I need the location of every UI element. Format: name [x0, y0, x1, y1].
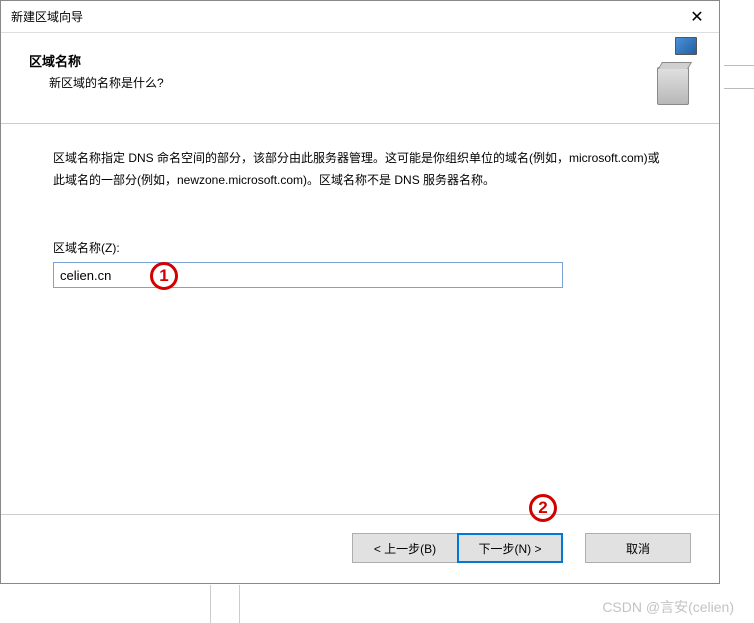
description-text: 区域名称指定 DNS 命名空间的部分，该部分由此服务器管理。这可能是你组织单位的… [53, 148, 667, 191]
watermark: CSDN @言安(celien) [602, 597, 734, 617]
cancel-button[interactable]: 取消 [585, 533, 691, 563]
decoration-line [724, 65, 754, 89]
next-button[interactable]: 下一步(N) > [457, 533, 563, 563]
page-title: 区域名称 [29, 51, 164, 70]
new-zone-wizard-dialog: 新建区域向导 ✕ 区域名称 新区域的名称是什么? 区域名称指定 DNS 命名空间… [0, 0, 720, 584]
zone-name-label: 区域名称(Z): [53, 239, 667, 256]
back-button[interactable]: < 上一步(B) [352, 533, 458, 563]
close-button[interactable]: ✕ [675, 2, 719, 32]
button-bar: < 上一步(B) 下一步(N) > 取消 [1, 514, 719, 583]
decoration-stub [210, 585, 240, 623]
page-subtitle: 新区域的名称是什么? [49, 74, 164, 91]
annotation-badge-1: 1 [150, 262, 178, 290]
annotation-badge-2: 2 [529, 494, 557, 522]
wizard-header: 区域名称 新区域的名称是什么? [1, 33, 719, 124]
titlebar-title: 新建区域向导 [11, 8, 83, 25]
close-icon: ✕ [690, 7, 703, 27]
zone-name-input[interactable] [53, 262, 563, 288]
server-icon [653, 49, 695, 107]
header-text: 区域名称 新区域的名称是什么? [29, 49, 164, 91]
wizard-content: 区域名称指定 DNS 命名空间的部分，该部分由此服务器管理。这可能是你组织单位的… [1, 124, 719, 514]
titlebar[interactable]: 新建区域向导 ✕ [1, 1, 719, 33]
